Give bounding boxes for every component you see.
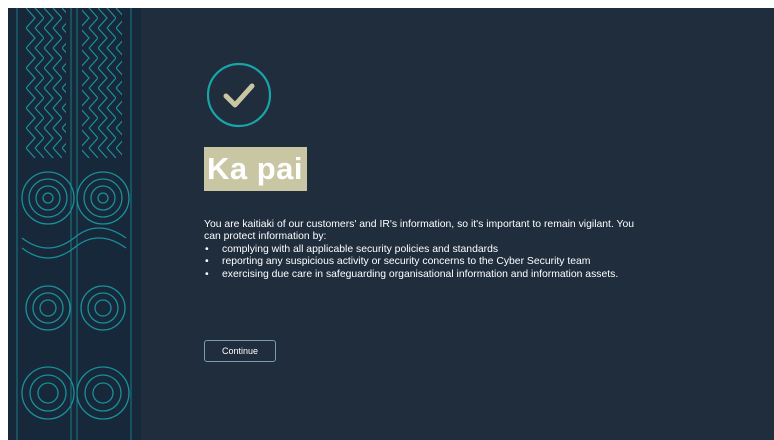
bullet-item: exercising due care in safeguarding orga…: [204, 269, 644, 282]
bullet-item: reporting any suspicious activity or sec…: [204, 256, 644, 269]
continue-button[interactable]: Continue: [204, 340, 276, 362]
check-circle-icon: [206, 62, 272, 128]
bullet-list: complying with all applicable security p…: [204, 244, 644, 282]
main-content: Ka pai You are kaitiaki of our customers…: [204, 8, 664, 440]
bullet-item: complying with all applicable security p…: [204, 244, 644, 257]
intro-paragraph: You are kaitiaki of our customers' and I…: [204, 219, 635, 243]
page-title: Ka pai: [204, 147, 308, 191]
body-text: You are kaitiaki of our customers' and I…: [204, 219, 644, 281]
course-screen: Ka pai You are kaitiaki of our customers…: [8, 8, 774, 440]
decorative-side-pattern: [8, 8, 141, 440]
page-frame: Ka pai You are kaitiaki of our customers…: [0, 0, 774, 440]
kowhaiwhai-pattern-graphic: [8, 8, 141, 440]
